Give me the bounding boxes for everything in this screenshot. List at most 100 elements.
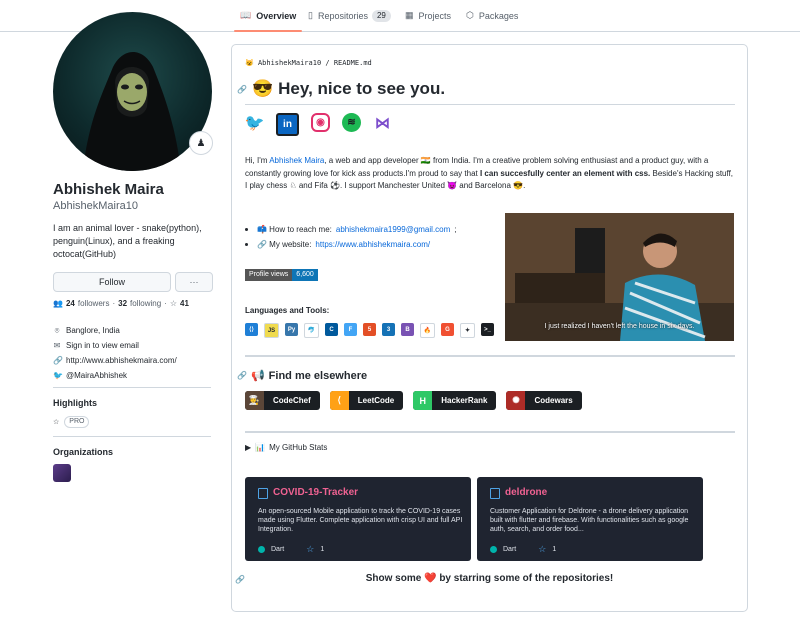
anchor-link-icon[interactable]: 🔗 — [237, 371, 247, 380]
pro-badge[interactable]: PRO — [64, 416, 90, 428]
organization-avatar[interactable] — [53, 464, 71, 482]
vscode-icon[interactable]: ⟨⟩ — [245, 323, 258, 336]
twitter-item[interactable]: 🐦 @MairaAbhishek — [53, 368, 177, 383]
website-link[interactable]: http://www.abhishekmaira.com/ — [66, 356, 177, 365]
stars-count[interactable]: 41 — [180, 299, 189, 308]
repo-icon — [258, 488, 268, 499]
repo-description: An open-sourced Mobile application to tr… — [258, 508, 463, 533]
github-stats-toggle[interactable]: ▶ 📊 My GitHub Stats — [245, 443, 327, 452]
firebase-icon[interactable]: 🔥 — [420, 323, 435, 338]
tab-repositories[interactable]: ▯ Repositories 29 — [308, 0, 391, 31]
tab-repositories-label: Repositories — [317, 10, 368, 21]
tab-overview[interactable]: 📖 Overview — [233, 0, 303, 32]
readme-path: 😺 AbhishekMaira10 / README.md — [245, 59, 372, 67]
codewars-badge[interactable]: ✺ Codewars — [506, 391, 582, 410]
profile-bio: I am an animal lover - snake(python), pe… — [53, 223, 202, 259]
instagram-icon[interactable]: ◉ — [311, 113, 330, 132]
profile-login: AbhishekMaira10 — [53, 200, 138, 212]
avatar[interactable] — [53, 12, 212, 171]
bootstrap-icon[interactable]: B — [401, 323, 414, 336]
mysql-icon[interactable]: 🐬 — [304, 323, 319, 338]
flutter-icon[interactable]: F — [344, 323, 357, 336]
git-icon[interactable]: G — [441, 323, 454, 336]
coding-profile-badges: 👨‍🍳 CodeChef ⟨ LeetCode H HackerRank ✺ Codewars — [245, 391, 582, 410]
figma-icon[interactable]: ✦ — [460, 323, 475, 338]
find-me-heading: 🔗 📢 Find me elsewhere — [237, 369, 368, 383]
mail-icon: ✉ — [53, 341, 61, 350]
gif-scene — [505, 213, 734, 341]
language-dot — [258, 546, 265, 553]
twitter-icon[interactable]: 🐦 — [245, 113, 265, 132]
twitter-handle[interactable]: @MairaAbhishek — [66, 371, 127, 380]
cplusplus-icon[interactable]: C — [325, 323, 338, 336]
hackerrank-badge[interactable]: H HackerRank — [413, 391, 497, 410]
email-link[interactable]: abhishekmaira1999@gmail.com — [336, 222, 450, 237]
spotify-icon[interactable]: ≋ — [342, 113, 361, 132]
profile-views-badge: Profile views 6,600 — [245, 269, 318, 281]
website-item[interactable]: 🔗 http://www.abhishekmaira.com/ — [53, 353, 177, 368]
followers-count[interactable]: 24 — [66, 299, 75, 308]
status-emoji-button[interactable]: ♟ — [189, 131, 213, 155]
codewars-icon: ✺ — [506, 391, 526, 410]
css3-icon[interactable]: 3 — [382, 323, 395, 336]
tab-projects[interactable]: ▦ Projects — [405, 0, 451, 31]
readme-file[interactable]: README.md — [334, 59, 372, 67]
html5-icon[interactable]: 5 — [363, 323, 376, 336]
language-dot — [490, 546, 497, 553]
star-icon: ☆ — [53, 419, 60, 426]
anchor-link-icon[interactable]: 🔗 — [237, 85, 247, 94]
sunglasses-emoji: 😎 — [251, 79, 274, 98]
intro-name-link[interactable]: Abhishek Maira — [269, 156, 324, 165]
list-item: 📫 How to reach me: abhishekmaira1999@gma… — [245, 222, 457, 237]
readme-heading-text: Hey, nice to see you. — [278, 79, 446, 98]
codechef-icon: 👨‍🍳 — [245, 391, 264, 410]
link-icon: 🔗 — [53, 356, 63, 365]
contact-list: 📫 How to reach me: abhishekmaira1999@gma… — [245, 222, 457, 252]
terminal-icon[interactable]: >_ — [481, 323, 494, 336]
location-icon: ⌾ — [54, 325, 60, 335]
divider — [53, 436, 211, 437]
repo-description: Customer Application for Deldrone - a dr… — [490, 508, 689, 533]
tab-packages[interactable]: ⬡ Packages — [466, 0, 518, 31]
javascript-icon[interactable]: JS — [264, 323, 279, 338]
gif-caption: I just realized I haven't left the house… — [544, 323, 695, 330]
python-icon[interactable]: Py — [285, 323, 298, 336]
badge-label: Codewars — [534, 396, 573, 405]
follow-button[interactable]: Follow — [53, 272, 171, 292]
website-link[interactable]: https://www.abhishekmaira.com/ — [315, 237, 430, 252]
repo-title[interactable]: COVID-19-Tracker — [273, 487, 358, 498]
repo-icon: ▯ — [308, 10, 313, 20]
chess-pawn-icon: ♟ — [196, 137, 206, 149]
hackerrank-icon: H — [413, 391, 433, 410]
email-item[interactable]: ✉ Sign in to view email — [53, 338, 177, 353]
following-count[interactable]: 32 — [118, 299, 127, 308]
linkedin-icon[interactable]: in — [276, 113, 299, 136]
readme-heading: 🔗 😎 Hey, nice to see you. — [237, 79, 445, 99]
following-label[interactable]: following — [130, 299, 161, 308]
hooded-figure-image — [83, 52, 181, 171]
followers-label[interactable]: followers — [78, 299, 110, 308]
tab-packages-label: Packages — [478, 10, 519, 21]
follow-stats: 👥 24 followers · 32 following · ☆ 41 — [53, 299, 189, 308]
megaphone-emoji: 📢 — [250, 370, 265, 382]
more-options-button[interactable]: ··· — [175, 272, 213, 292]
divider — [53, 387, 211, 388]
email-text[interactable]: Sign in to view email — [66, 341, 139, 350]
profile-details: ⌾ Banglore, India ✉ Sign in to view email … — [53, 323, 177, 383]
repo-stars: 1 — [552, 546, 557, 553]
visualstudio-icon[interactable]: ⋈ — [373, 113, 392, 132]
readme-user[interactable]: AbhishekMaira10 — [258, 59, 321, 67]
repo-language: Dart — [271, 546, 285, 553]
twitter-icon: 🐦 — [53, 371, 63, 380]
repo-title[interactable]: deldrone — [505, 487, 547, 498]
repo-language: Dart — [503, 546, 517, 553]
codechef-badge[interactable]: 👨‍🍳 CodeChef — [245, 391, 320, 410]
highlights-title: Highlights — [53, 398, 97, 408]
pro-highlight: ☆ PRO — [53, 416, 90, 428]
repo-card-covid[interactable]: COVID-19-Tracker An open-sourced Mobile … — [245, 477, 471, 561]
readme-footer: Show some ❤️ by starring some of the rep… — [365, 573, 614, 584]
leetcode-badge[interactable]: ⟨ LeetCode — [329, 391, 404, 410]
smiley-cat-icon: 😺 — [245, 59, 254, 67]
repo-card-deldrone[interactable]: deldrone Customer Application for Deldro… — [477, 477, 703, 561]
leetcode-icon: ⟨ — [329, 391, 349, 410]
